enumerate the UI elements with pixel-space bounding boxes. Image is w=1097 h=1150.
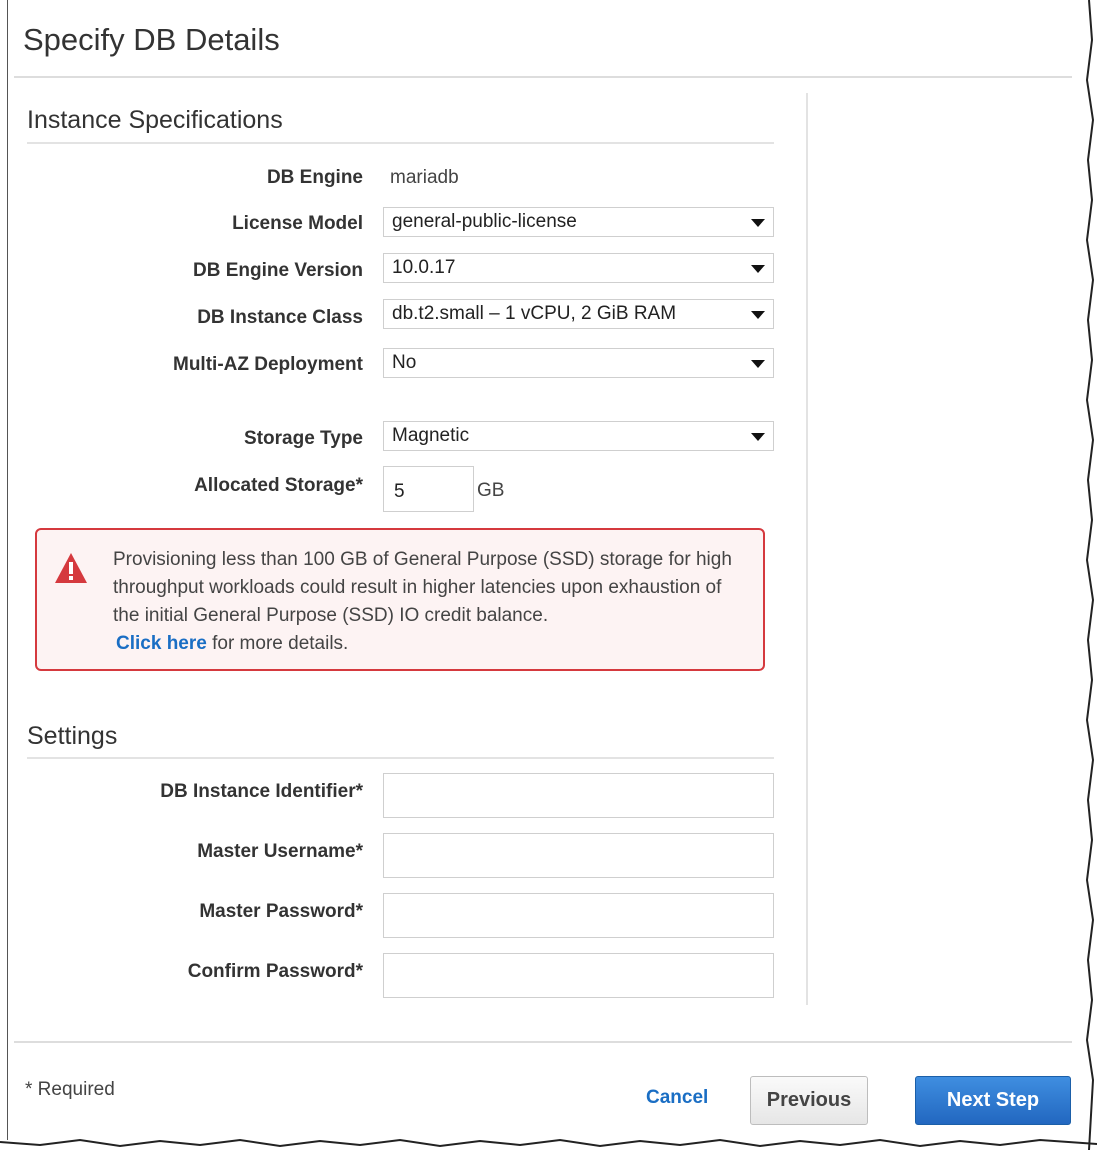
previous-button[interactable]: Previous xyxy=(750,1076,868,1125)
settings-divider xyxy=(27,757,774,759)
master-password-input[interactable] xyxy=(383,893,774,938)
chevron-down-icon xyxy=(751,265,765,273)
torn-edge-right xyxy=(1085,0,1095,1150)
allocated-storage-input[interactable]: 5 xyxy=(383,466,474,512)
chevron-down-icon xyxy=(751,219,765,227)
next-step-button[interactable]: Next Step xyxy=(915,1076,1071,1125)
storage-warning-alert: Provisioning less than 100 GB of General… xyxy=(35,528,765,671)
master-username-label: Master Username* xyxy=(197,841,363,862)
instance-class-select[interactable]: db.t2.small – 1 vCPU, 2 GiB RAM xyxy=(383,299,774,329)
multi-az-selected-value: No xyxy=(392,352,417,373)
alert-link-suffix: for more details. xyxy=(212,633,349,654)
license-model-label: License Model xyxy=(232,213,363,234)
warning-triangle-icon xyxy=(55,553,87,583)
footer-divider xyxy=(14,1041,1072,1043)
master-username-input[interactable] xyxy=(383,833,774,878)
license-model-selected-value: general-public-license xyxy=(392,211,577,232)
storage-type-label: Storage Type xyxy=(244,428,363,449)
allocated-storage-unit: GB xyxy=(477,480,505,501)
cancel-button[interactable]: Cancel xyxy=(646,1087,708,1109)
multi-az-select[interactable]: No xyxy=(383,348,774,378)
chevron-down-icon xyxy=(751,311,765,319)
db-engine-value: mariadb xyxy=(390,167,459,188)
engine-version-selected-value: 10.0.17 xyxy=(392,257,456,278)
db-engine-label: DB Engine xyxy=(266,167,363,188)
column-divider xyxy=(806,93,808,1005)
chevron-down-icon xyxy=(751,433,765,441)
storage-type-selected-value: Magnetic xyxy=(392,425,470,446)
instance-class-selected-value: db.t2.small – 1 vCPU, 2 GiB RAM xyxy=(392,303,677,324)
license-model-select[interactable]: general-public-license xyxy=(383,207,774,237)
master-password-label: Master Password* xyxy=(199,901,363,922)
instance-class-label: DB Instance Class xyxy=(197,307,363,328)
page-left-border xyxy=(7,0,8,1140)
instance-specs-heading: Instance Specifications xyxy=(27,106,283,134)
instance-specs-divider xyxy=(27,142,774,144)
torn-edge-bottom xyxy=(0,1138,1097,1148)
db-instance-identifier-input[interactable] xyxy=(383,773,774,818)
confirm-password-input[interactable] xyxy=(383,953,774,998)
multi-az-label: Multi-AZ Deployment xyxy=(173,354,363,375)
storage-type-select[interactable]: Magnetic xyxy=(383,421,774,451)
title-divider xyxy=(14,76,1072,78)
engine-version-select[interactable]: 10.0.17 xyxy=(383,253,774,283)
alert-message: Provisioning less than 100 GB of General… xyxy=(113,546,753,658)
specify-db-details-page: Specify DB Details Instance Specificatio… xyxy=(0,0,1097,1150)
settings-heading: Settings xyxy=(27,722,118,750)
chevron-down-icon xyxy=(751,360,765,368)
allocated-storage-label: Allocated Storage* xyxy=(194,475,363,496)
confirm-password-label: Confirm Password* xyxy=(187,961,363,982)
click-here-link[interactable]: Click here xyxy=(116,633,207,654)
db-instance-identifier-label: DB Instance Identifier* xyxy=(160,781,363,802)
page-title: Specify DB Details xyxy=(23,22,280,57)
required-note: * Required xyxy=(25,1079,115,1100)
alert-body-text: Provisioning less than 100 GB of General… xyxy=(113,549,732,626)
engine-version-label: DB Engine Version xyxy=(193,260,363,281)
